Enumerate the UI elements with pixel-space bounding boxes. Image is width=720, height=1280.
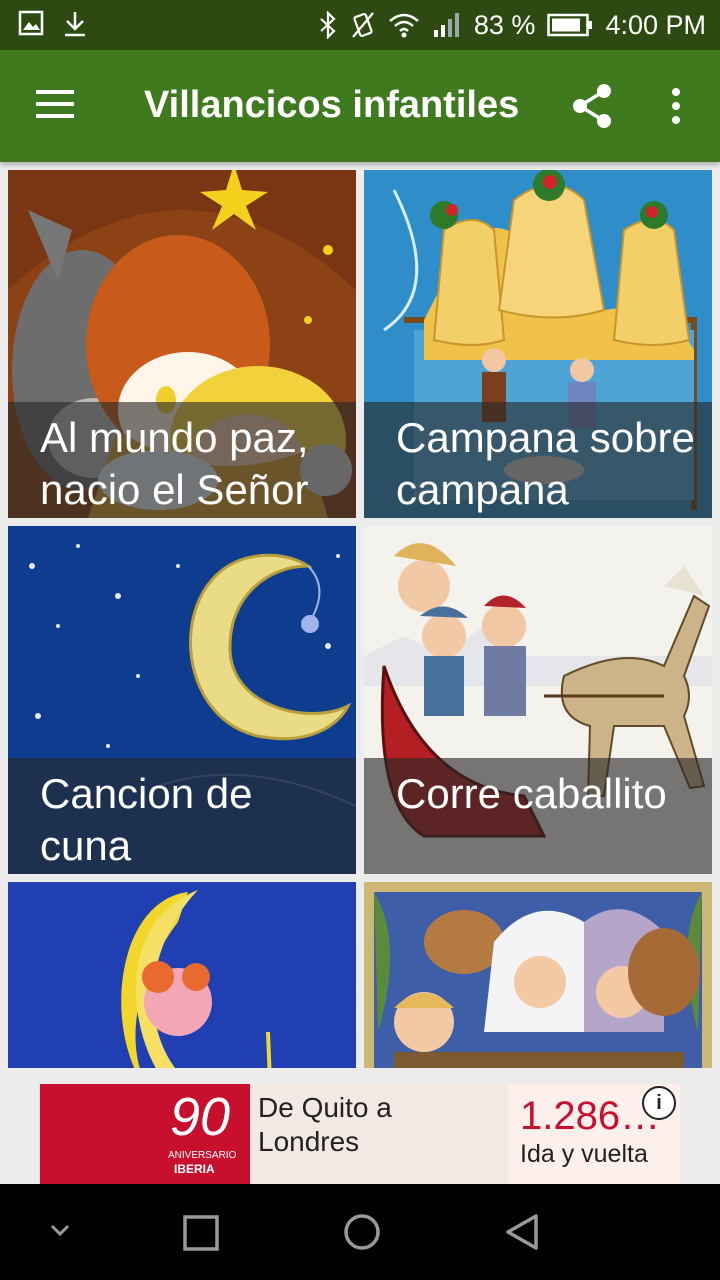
ad-price: 1.286… — [520, 1094, 661, 1138]
iberia-logo: 90 ANIVERSARIO IBERIA — [40, 1084, 250, 1184]
battery-icon — [547, 13, 593, 37]
ad-route-line1: De Quito a — [258, 1092, 392, 1123]
download-icon — [65, 12, 85, 37]
bluetooth-icon — [320, 11, 336, 39]
song-title: Corre caballito — [396, 770, 667, 817]
status-bar: 83 % 4:00 PM — [0, 0, 720, 50]
ad-banner[interactable]: 90 ANIVERSARIO IBERIA De Quito a Londres… — [40, 1084, 680, 1184]
song-caption: Al mundo paz, nacio el Señor — [8, 402, 356, 518]
more-vertical-icon[interactable] — [660, 84, 692, 128]
nativity-children-image — [364, 882, 712, 1068]
page-title: Villancicos infantiles — [144, 84, 520, 126]
moon-girl-image — [8, 882, 356, 1068]
ad-route-line2: Londres — [258, 1126, 360, 1157]
song-caption: Cancion de cuna — [8, 758, 356, 874]
back-icon[interactable] — [502, 1212, 542, 1252]
hamburger-menu-icon[interactable] — [36, 90, 76, 120]
song-card-al-mundo-paz[interactable]: Al mundo paz, nacio el Señor — [8, 170, 356, 518]
song-card-6[interactable] — [364, 882, 712, 1068]
collapse-icon[interactable] — [48, 1220, 72, 1240]
song-title: Cancion de cuna — [40, 770, 253, 869]
gallery-icon — [18, 10, 44, 36]
ad-logo-number: 90 — [170, 1087, 231, 1147]
song-caption: Corre caballito — [364, 758, 712, 874]
song-title: Campana sobre campana — [396, 414, 695, 513]
ad-logo-sub2: IBERIA — [174, 1162, 215, 1176]
song-caption: Campana sobre campana — [364, 402, 712, 518]
info-icon[interactable]: i — [642, 1086, 676, 1120]
song-card-corre-caballito[interactable]: Corre caballito — [364, 526, 712, 874]
recents-icon[interactable] — [182, 1214, 220, 1252]
home-icon[interactable] — [342, 1212, 382, 1252]
song-card-cancion-de-cuna[interactable]: Cancion de cuna — [8, 526, 356, 874]
ad-logo-sub1: ANIVERSARIO — [168, 1150, 237, 1161]
song-card-campana-sobre-campana[interactable]: Campana sobre campana — [364, 170, 712, 518]
ad-route: De Quito a Londres — [250, 1084, 548, 1184]
wifi-icon — [389, 13, 419, 38]
app-toolbar: Villancicos infantiles — [0, 50, 720, 162]
clock: 4:00 PM — [605, 9, 706, 40]
signal-icon — [433, 13, 459, 37]
system-nav-bar — [0, 1184, 720, 1280]
share-icon[interactable] — [570, 82, 614, 130]
song-card-5[interactable] — [8, 882, 356, 1068]
battery-percent: 83 % — [473, 9, 536, 40]
ad-trip-type: Ida y vuelta — [520, 1140, 648, 1168]
song-title: Al mundo paz, nacio el Señor — [40, 414, 309, 513]
song-grid: Al mundo paz, nacio el Señor Campana sob… — [0, 162, 720, 1068]
ad-container: 90 ANIVERSARIO IBERIA De Quito a Londres… — [0, 1068, 720, 1184]
vibrate-icon — [352, 12, 374, 38]
